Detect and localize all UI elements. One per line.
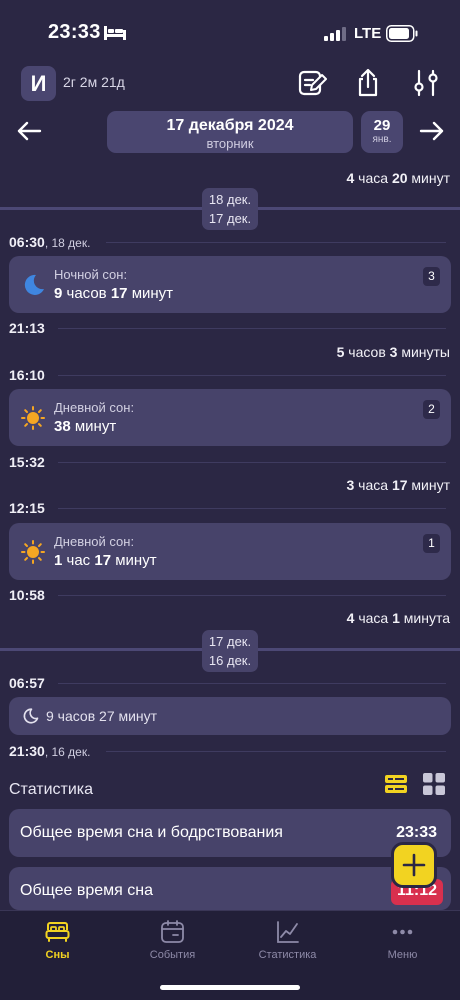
sleep-duration: 9 часов 27 минут: [46, 708, 158, 724]
prev-day-arrow-icon[interactable]: [16, 120, 42, 142]
awake-duration: 5 часов 3 минуты: [336, 344, 450, 360]
time-divider: [58, 375, 446, 376]
time-divider: [106, 751, 446, 752]
sleep-number-badge: 2: [423, 400, 440, 419]
tab-label: Меню: [387, 949, 418, 961]
tab-label: Сны: [45, 949, 70, 961]
tab-events[interactable]: События: [115, 911, 230, 981]
stat-row[interactable]: Общее время сна и бодрствования 23:33: [9, 809, 451, 857]
time-label: 21:13: [9, 320, 45, 336]
more-icon: [392, 929, 413, 935]
next-date-button[interactable]: 29 янв.: [361, 111, 403, 153]
sleep-number-badge: 1: [423, 534, 440, 553]
moon-outline-icon: [23, 708, 39, 724]
network-type: LTE: [354, 25, 382, 42]
status-time: 23:33: [48, 21, 101, 43]
awake-duration: 3 часа 17 минут: [346, 477, 450, 493]
next-day-arrow-icon[interactable]: [419, 120, 445, 142]
grid-view-icon[interactable]: [423, 773, 445, 795]
awake-duration: 4 часа 1 минута: [346, 610, 450, 626]
app-header: И 2г 2м 21д: [0, 60, 460, 108]
list-view-icon[interactable]: [385, 773, 407, 795]
avatar-letter: И: [30, 70, 47, 96]
date-navigation: 17 декабря 2024 вторник 29 янв.: [0, 108, 460, 156]
sleep-card-night[interactable]: Ночной сон: 9 часов 17 минут 3: [9, 256, 451, 313]
next-date-month: янв.: [372, 134, 392, 145]
bed-status-icon: [104, 26, 126, 40]
sleep-duration: 1 час 17 минут: [54, 552, 157, 569]
sleep-card-day[interactable]: Дневной сон: 1 час 17 минут 1: [9, 523, 451, 580]
time-divider: [58, 683, 446, 684]
home-indicator[interactable]: [160, 985, 300, 990]
tab-sleeps[interactable]: Сны: [0, 911, 115, 981]
moon-icon: [24, 274, 44, 295]
current-date-button[interactable]: 17 декабря 2024 вторник: [107, 111, 353, 153]
stat-row[interactable]: Общее время сна 11:12: [9, 867, 451, 910]
awake-duration: 4 часа 20 минут: [346, 170, 450, 186]
day-separator-chip: 17 дек. 16 дек.: [202, 630, 258, 672]
time-label: 21:30, 16 дек.: [9, 743, 91, 759]
time-divider: [58, 508, 446, 509]
time-label: 12:15: [9, 500, 45, 516]
filter-sliders-icon[interactable]: [411, 68, 441, 98]
time-divider: [58, 462, 446, 463]
stats-section-title: Статистика: [9, 781, 94, 798]
sleep-duration: 9 часов 17 минут: [54, 285, 174, 302]
sun-icon: [21, 540, 45, 564]
current-weekday: вторник: [206, 136, 254, 151]
next-date-day: 29: [373, 117, 391, 134]
signal-icon: [324, 27, 346, 41]
child-age: 2г 2м 21д: [63, 74, 125, 90]
time-label: 16:10: [9, 367, 45, 383]
tab-label: События: [149, 949, 196, 961]
sun-icon: [21, 406, 45, 430]
share-icon[interactable]: [353, 68, 383, 98]
tab-label: Статистика: [258, 949, 317, 961]
stat-label: Общее время сна и бодрствования: [20, 824, 283, 841]
sleep-card-compact[interactable]: 9 часов 27 минут: [9, 697, 451, 735]
time-divider: [58, 595, 446, 596]
add-sleep-button[interactable]: [391, 842, 437, 888]
edit-note-icon[interactable]: [297, 68, 327, 98]
status-bar: 23:33 LTE: [0, 0, 460, 56]
stat-label: Общее время сна: [20, 882, 153, 899]
child-avatar[interactable]: И: [21, 66, 56, 101]
sleep-type-label: Дневной сон:: [54, 534, 135, 549]
sleep-type-label: Ночной сон:: [54, 267, 128, 282]
time-label: 06:30, 18 дек.: [9, 234, 91, 250]
bed-icon: [45, 922, 70, 942]
time-label: 15:32: [9, 454, 45, 470]
battery-icon: [386, 25, 418, 42]
time-label: 06:57: [9, 675, 45, 691]
chart-icon: [277, 921, 299, 943]
calendar-icon: [161, 920, 184, 943]
current-date: 17 декабря 2024: [166, 117, 294, 134]
time-divider: [106, 242, 446, 243]
sleep-duration: 38 минут: [54, 418, 117, 435]
sleep-type-label: Дневной сон:: [54, 400, 135, 415]
time-label: 10:58: [9, 587, 45, 603]
plus-icon: [402, 853, 426, 877]
sleep-number-badge: 3: [423, 267, 440, 286]
stat-value: 23:33: [396, 824, 437, 841]
tab-statistics[interactable]: Статистика: [230, 911, 345, 981]
tab-menu[interactable]: Меню: [345, 911, 460, 981]
sleep-card-day[interactable]: Дневной сон: 38 минут 2: [9, 389, 451, 446]
day-separator-chip: 18 дек. 17 дек.: [202, 188, 258, 230]
time-divider: [58, 328, 446, 329]
